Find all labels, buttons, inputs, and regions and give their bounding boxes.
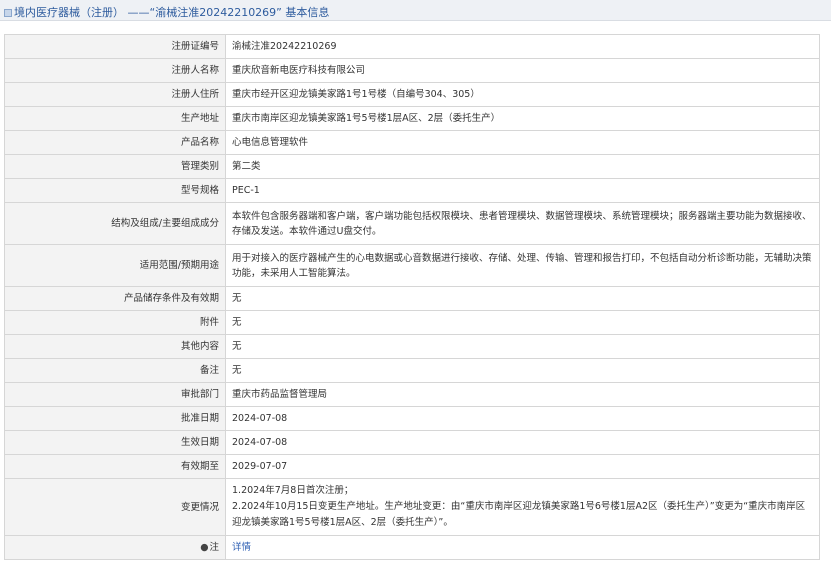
title-square-icon — [4, 9, 12, 17]
table-row: 产品储存条件及有效期无 — [4, 286, 820, 311]
row-value: 心电信息管理软件 — [225, 130, 820, 155]
table-row: 结构及组成/主要组成成分 本软件包含服务器端和客户端，客户端功能包括权限模块、患者… — [4, 202, 820, 245]
change-line-2: 2.2024年10月15日变更生产地址。生产地址变更：由“重庆市南岸区迎龙镇美家… — [232, 501, 806, 528]
row-value: 2024-07-08 — [225, 430, 820, 455]
table-row: 注册人名称 重庆欣音新电医疗科技有限公司 — [4, 58, 820, 83]
row-value: 渝械注准20242210269 — [225, 34, 820, 59]
title-prefix: 境内医疗器械（注册） — [14, 6, 124, 19]
row-label: 结构及组成/主要组成成分 — [4, 202, 226, 245]
row-label: 注册人名称 — [4, 58, 226, 83]
note-value: 详情 — [225, 535, 820, 560]
title-suffix: 基本信息 — [285, 6, 330, 19]
row-label: 产品储存条件及有效期 — [4, 286, 226, 311]
change-line-1: 1.2024年7月8日首次注册； — [232, 485, 354, 496]
table-row: 审批部门 重庆市药品监督管理局 — [4, 382, 820, 407]
title-separator: —— — [127, 6, 150, 19]
row-label: 注册人住所 — [4, 82, 226, 107]
row-label: 生产地址 — [4, 106, 226, 131]
row-value: 无 — [225, 286, 820, 311]
table-row: 附件无 — [4, 310, 820, 335]
page-title: 境内医疗器械（注册） ——“渝械注准20242210269” 基本信息 — [4, 4, 329, 20]
pin-icon: ● — [200, 542, 209, 553]
row-label: 附件 — [4, 310, 226, 335]
row-value: 用于对接入的医疗器械产生的心电数据或心音数据进行接收、存储、处理、传输、管理和报… — [225, 244, 820, 287]
title-bar: 境内医疗器械（注册） ——“渝械注准20242210269” 基本信息 — [0, 0, 831, 21]
table-row: 生效日期 2024-07-08 — [4, 430, 820, 455]
row-value: 本软件包含服务器端和客户端，客户端功能包括权限模块、患者管理模块、数据管理模块、… — [225, 202, 820, 245]
note-label-text: 注 — [209, 542, 219, 553]
table-row: 注册人住所 重庆市经开区迎龙镇美家路1号1号楼（自编号304、305） — [4, 82, 820, 107]
row-value: 重庆市药品监督管理局 — [225, 382, 820, 407]
table-row-change: 变更情况 1.2024年7月8日首次注册； 2.2024年10月15日变更生产地… — [4, 478, 820, 536]
row-value: 重庆欣音新电医疗科技有限公司 — [225, 58, 820, 83]
row-label: 有效期至 — [4, 454, 226, 479]
row-value: 无 — [225, 358, 820, 383]
table-row: 备注无 — [4, 358, 820, 383]
table-row: 生产地址 重庆市南岸区迎龙镇美家路1号5号楼1层A区、2层（委托生产） — [4, 106, 820, 131]
table-row: 注册证编号 渝械注准20242210269 — [4, 34, 820, 59]
table-row: 型号规格 PEC-1 — [4, 178, 820, 203]
row-label: 变更情况 — [4, 478, 226, 536]
row-value: 重庆市经开区迎龙镇美家路1号1号楼（自编号304、305） — [225, 82, 820, 107]
note-label: ●注 — [4, 535, 226, 560]
row-label: 管理类别 — [4, 154, 226, 179]
row-label: 备注 — [4, 358, 226, 383]
table-row: 批准日期 2024-07-08 — [4, 406, 820, 431]
title-cert-number: “渝械注准20242210269” — [149, 6, 282, 19]
row-value: 第二类 — [225, 154, 820, 179]
table-row: 管理类别 第二类 — [4, 154, 820, 179]
row-label: 生效日期 — [4, 430, 226, 455]
row-label: 批准日期 — [4, 406, 226, 431]
row-label: 注册证编号 — [4, 34, 226, 59]
row-value: 2029-07-07 — [225, 454, 820, 479]
row-label: 审批部门 — [4, 382, 226, 407]
row-label: 适用范围/预期用途 — [4, 244, 226, 287]
row-value: PEC-1 — [225, 178, 820, 203]
row-value: 无 — [225, 310, 820, 335]
info-table: 注册证编号 渝械注准20242210269 注册人名称 重庆欣音新电医疗科技有限公司… — [4, 34, 820, 560]
change-history: 1.2024年7月8日首次注册； 2.2024年10月15日变更生产地址。生产地… — [225, 478, 820, 536]
row-label: 型号规格 — [4, 178, 226, 203]
row-value: 重庆市南岸区迎龙镇美家路1号5号楼1层A区、2层（委托生产） — [225, 106, 820, 131]
row-label: 产品名称 — [4, 130, 226, 155]
row-label: 其他内容 — [4, 334, 226, 359]
details-link[interactable]: 详情 — [232, 542, 251, 553]
table-row: 其他内容无 — [4, 334, 820, 359]
table-row: 产品名称 心电信息管理软件 — [4, 130, 820, 155]
table-row: 适用范围/预期用途 用于对接入的医疗器械产生的心电数据或心音数据进行接收、存储、处… — [4, 244, 820, 287]
table-row-note: ●注 详情 — [4, 535, 820, 560]
row-value: 2024-07-08 — [225, 406, 820, 431]
table-row: 有效期至 2029-07-07 — [4, 454, 820, 479]
row-value: 无 — [225, 334, 820, 359]
